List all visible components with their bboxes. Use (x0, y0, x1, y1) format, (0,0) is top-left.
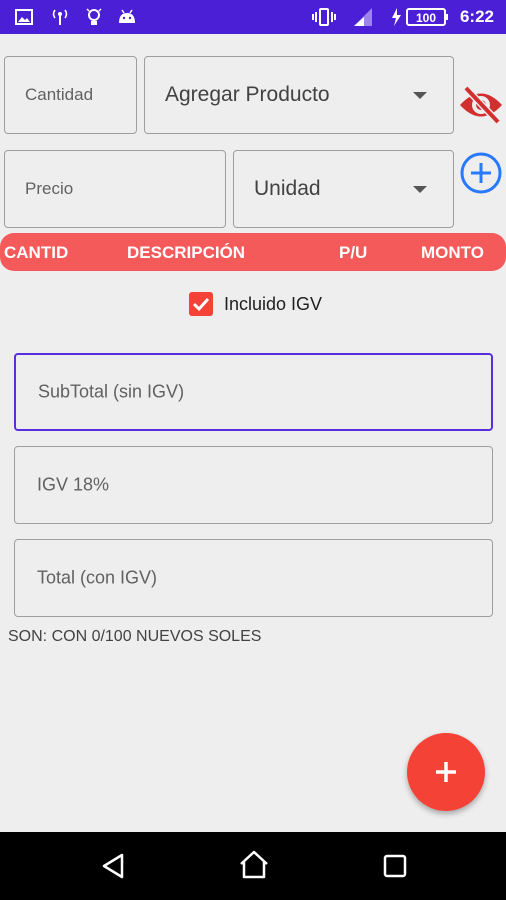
eye-off-icon[interactable] (458, 84, 504, 126)
android-icon (119, 9, 135, 23)
header-pu: P/U (339, 243, 368, 262)
total-field[interactable]: Total (con IGV) (14, 539, 493, 617)
igv-checkbox-label[interactable]: Incluido IGV (224, 294, 322, 315)
signal-icon (354, 8, 372, 26)
vibrate-icon (312, 8, 336, 26)
header-cantid: CANTID (4, 243, 69, 262)
precio-input[interactable]: Precio (4, 150, 226, 228)
total-placeholder: Total (con IGV) (37, 567, 158, 588)
plus-icon (436, 762, 456, 782)
image-icon (15, 9, 33, 25)
cantidad-placeholder: Cantidad (25, 85, 94, 104)
amount-in-words: SON: CON 0/100 NUEVOS SOLES (8, 628, 262, 645)
table-header: CANTID DESCRIPCIÓN P/U MONTO (0, 233, 506, 271)
add-circle-icon[interactable] (459, 151, 503, 195)
producto-dropdown[interactable]: Agregar Producto (144, 56, 454, 134)
unidad-selected: Unidad (254, 177, 321, 200)
igv-checkbox[interactable] (189, 292, 213, 316)
precio-placeholder: Precio (25, 179, 74, 198)
recents-icon[interactable] (383, 854, 407, 878)
back-icon[interactable] (100, 852, 128, 880)
header-monto: MONTO (421, 243, 484, 262)
cantidad-input[interactable]: Cantidad (4, 56, 137, 134)
subtotal-field[interactable]: SubTotal (sin IGV) (14, 353, 493, 431)
home-icon[interactable] (238, 850, 270, 880)
status-time: 6:22 (459, 7, 494, 26)
add-fab-button[interactable] (407, 733, 485, 811)
navigation-bar (0, 832, 506, 900)
lightbulb-icon (86, 8, 102, 25)
igv-field[interactable]: IGV 18% (14, 446, 493, 524)
broadcast-icon (52, 9, 68, 25)
chevron-down-icon (413, 186, 427, 193)
battery-charging-icon: 100 (392, 8, 448, 26)
chevron-down-icon (413, 92, 427, 99)
status-bar: 100 6:22 (0, 0, 506, 34)
check-icon (192, 297, 210, 312)
igv-placeholder: IGV 18% (37, 474, 110, 495)
unidad-dropdown[interactable]: Unidad (233, 150, 454, 228)
producto-selected: Agregar Producto (165, 83, 330, 106)
subtotal-placeholder: SubTotal (sin IGV) (38, 381, 185, 402)
battery-level: 100 (416, 11, 436, 25)
header-descripcion: DESCRIPCIÓN (127, 243, 246, 262)
